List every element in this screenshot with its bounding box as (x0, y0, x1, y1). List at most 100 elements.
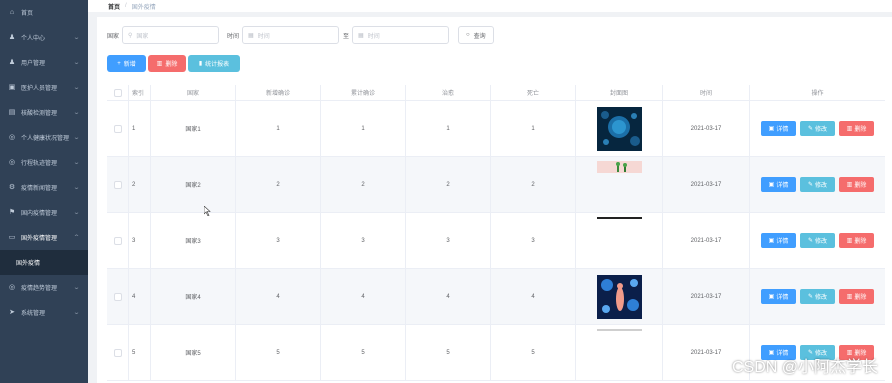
sidebar-item[interactable]: ▣ 医护人员管理 ⌄ (0, 75, 88, 100)
cell-cover-image (576, 213, 663, 268)
edit-button[interactable]: ✎ 修改 (800, 289, 835, 304)
action-toolbar: + 新增 ▥ 删除 ▮ 统计报表 (107, 55, 240, 72)
sidebar-item[interactable]: ⌂ 首页 (0, 0, 88, 25)
cell-new-confirmed: 5 (236, 325, 321, 380)
sidebar-item[interactable]: ◎ 个人健康状况管理 ⌄ (0, 125, 88, 150)
detail-button[interactable]: ▣ 详情 (761, 289, 796, 304)
add-button[interactable]: + 新增 (107, 55, 146, 72)
row-checkbox[interactable] (113, 180, 122, 189)
document-icon: ▣ (768, 126, 775, 132)
select-all-checkbox[interactable] (113, 88, 122, 97)
header-checkbox-cell (107, 85, 129, 100)
send-icon: ➤ (9, 308, 15, 316)
search-icon: ⚲ (128, 32, 133, 39)
cell-time: 2021-03-17 (663, 269, 750, 324)
cell-actions: ▣ 详情 ✎ 修改 ▥ 删除 (750, 157, 885, 212)
sidebar-item[interactable]: ♟ 用户管理 ⌄ (0, 50, 88, 75)
cell-cover-image (576, 269, 663, 324)
time-from-placeholder: 时间 (257, 33, 270, 40)
edit-button[interactable]: ✎ 修改 (800, 121, 835, 136)
cell-new-confirmed: 1 (236, 101, 321, 156)
submenu-item[interactable]: 国外疫情 (0, 250, 88, 275)
cover-thumbnail[interactable] (596, 329, 642, 373)
sidebar-item[interactable]: ◎ 疫情趋势管理 ⌄ (0, 275, 88, 300)
cell-time: 2021-03-17 (663, 157, 750, 212)
cell-actions: ▣ 详情 ✎ 修改 ▥ 删除 (750, 269, 885, 324)
user-icon: ♟ (8, 33, 16, 41)
sidebar-item[interactable]: ⚑ 国内疫情管理 ⌄ (0, 200, 88, 225)
cell-index: 2 (129, 157, 151, 212)
detail-button[interactable]: ▣ 详情 (761, 177, 796, 192)
sidebar-item-label: 国外疫情 (16, 261, 41, 267)
sidebar-item[interactable]: ⚙ 疫情新闻管理 ⌄ (0, 175, 88, 200)
header-time: 时间 (663, 85, 750, 100)
row-checkbox[interactable] (113, 124, 122, 133)
cell-index: 3 (129, 213, 151, 268)
cover-thumbnail[interactable] (596, 107, 642, 151)
circle-icon: ◎ (8, 158, 16, 166)
table-icon: ▭ (8, 233, 16, 241)
add-button-label: 新增 (123, 62, 136, 68)
chevron-down-icon: ⌄ (72, 310, 81, 316)
cell-total-confirmed: 2 (321, 157, 406, 212)
sidebar-item[interactable]: ▤ 核酸检测管理 ⌄ (0, 100, 88, 125)
document-icon: ▤ (8, 108, 16, 116)
time-to-input[interactable]: ▦ 时间 (352, 26, 450, 44)
header-country: 国家 (151, 85, 236, 100)
calendar-icon: ▦ (358, 32, 364, 39)
row-checkbox-cell (107, 157, 129, 212)
edit-button[interactable]: ✎ 修改 (800, 233, 835, 248)
header-total-confirmed: 累计确诊 (321, 85, 406, 100)
chevron-down-icon: ⌄ (72, 85, 81, 91)
cell-deaths: 2 (491, 157, 576, 212)
sidebar-item[interactable]: ◎ 行程轨迹管理 ⌄ (0, 150, 88, 175)
breadcrumb-separator: / (125, 3, 127, 9)
detail-button[interactable]: ▣ 详情 (761, 233, 796, 248)
search-icon: ○ (466, 32, 470, 38)
cell-total-confirmed: 1 (321, 101, 406, 156)
country-input[interactable]: ⚲ 国家 (122, 26, 220, 44)
cell-deaths: 5 (491, 325, 576, 380)
cover-thumbnail[interactable] (596, 161, 642, 205)
delete-button[interactable]: ▥ 删除 (148, 55, 186, 72)
mouse-cursor-icon (204, 206, 211, 216)
home-icon: ⌂ (9, 8, 15, 16)
cell-country: 国家5 (151, 325, 236, 380)
watermark: CSDN @小阿杰学长 (731, 359, 878, 376)
header-new-confirmed: 新增确诊 (236, 85, 321, 100)
row-checkbox[interactable] (113, 348, 122, 357)
detail-button-label: 详情 (776, 295, 789, 301)
report-button[interactable]: ▮ 统计报表 (188, 55, 240, 72)
edit-button[interactable]: ✎ 修改 (800, 177, 835, 192)
cell-time: 2021-03-17 (663, 213, 750, 268)
cell-index: 1 (129, 101, 151, 156)
edit-button-label: 修改 (815, 239, 828, 245)
sidebar-item[interactable]: ♟ 个人中心 ⌄ (0, 25, 88, 50)
cover-thumbnail[interactable] (596, 217, 642, 261)
detail-button[interactable]: ▣ 详情 (761, 121, 796, 136)
time-from-input[interactable]: ▦ 时间 (242, 26, 340, 44)
sidebar-item[interactable]: ➤ 系统管理 ⌄ (0, 300, 88, 325)
search-button[interactable]: ○ 查询 (458, 26, 494, 44)
remove-button[interactable]: ▥ 删除 (839, 233, 874, 248)
cell-actions: ▣ 详情 ✎ 修改 ▥ 删除 (750, 213, 885, 268)
cover-thumbnail[interactable] (596, 275, 642, 319)
cell-deaths: 4 (491, 269, 576, 324)
country-label: 国家 (107, 33, 120, 40)
sidebar-item-label: 首页 (21, 11, 34, 17)
row-checkbox[interactable] (113, 292, 122, 301)
search-form: 国家 ⚲ 国家 时间 ▦ 时间 至 ▦ 时间 ○ 查询 (107, 26, 494, 44)
remove-button[interactable]: ▥ 删除 (839, 121, 874, 136)
plus-icon: + (117, 60, 121, 67)
row-checkbox-cell (107, 213, 129, 268)
remove-button[interactable]: ▥ 删除 (839, 177, 874, 192)
row-checkbox[interactable] (113, 236, 122, 245)
remove-button[interactable]: ▥ 删除 (839, 289, 874, 304)
document-icon: ▣ (768, 182, 775, 188)
cell-new-confirmed: 3 (236, 213, 321, 268)
cell-index: 4 (129, 269, 151, 324)
sidebar-item[interactable]: ▭ 国外疫情管理 ⌃ (0, 225, 88, 250)
document-icon: ▣ (768, 238, 775, 244)
cell-cover-image (576, 325, 663, 380)
breadcrumb-home[interactable]: 首页 (108, 2, 120, 11)
